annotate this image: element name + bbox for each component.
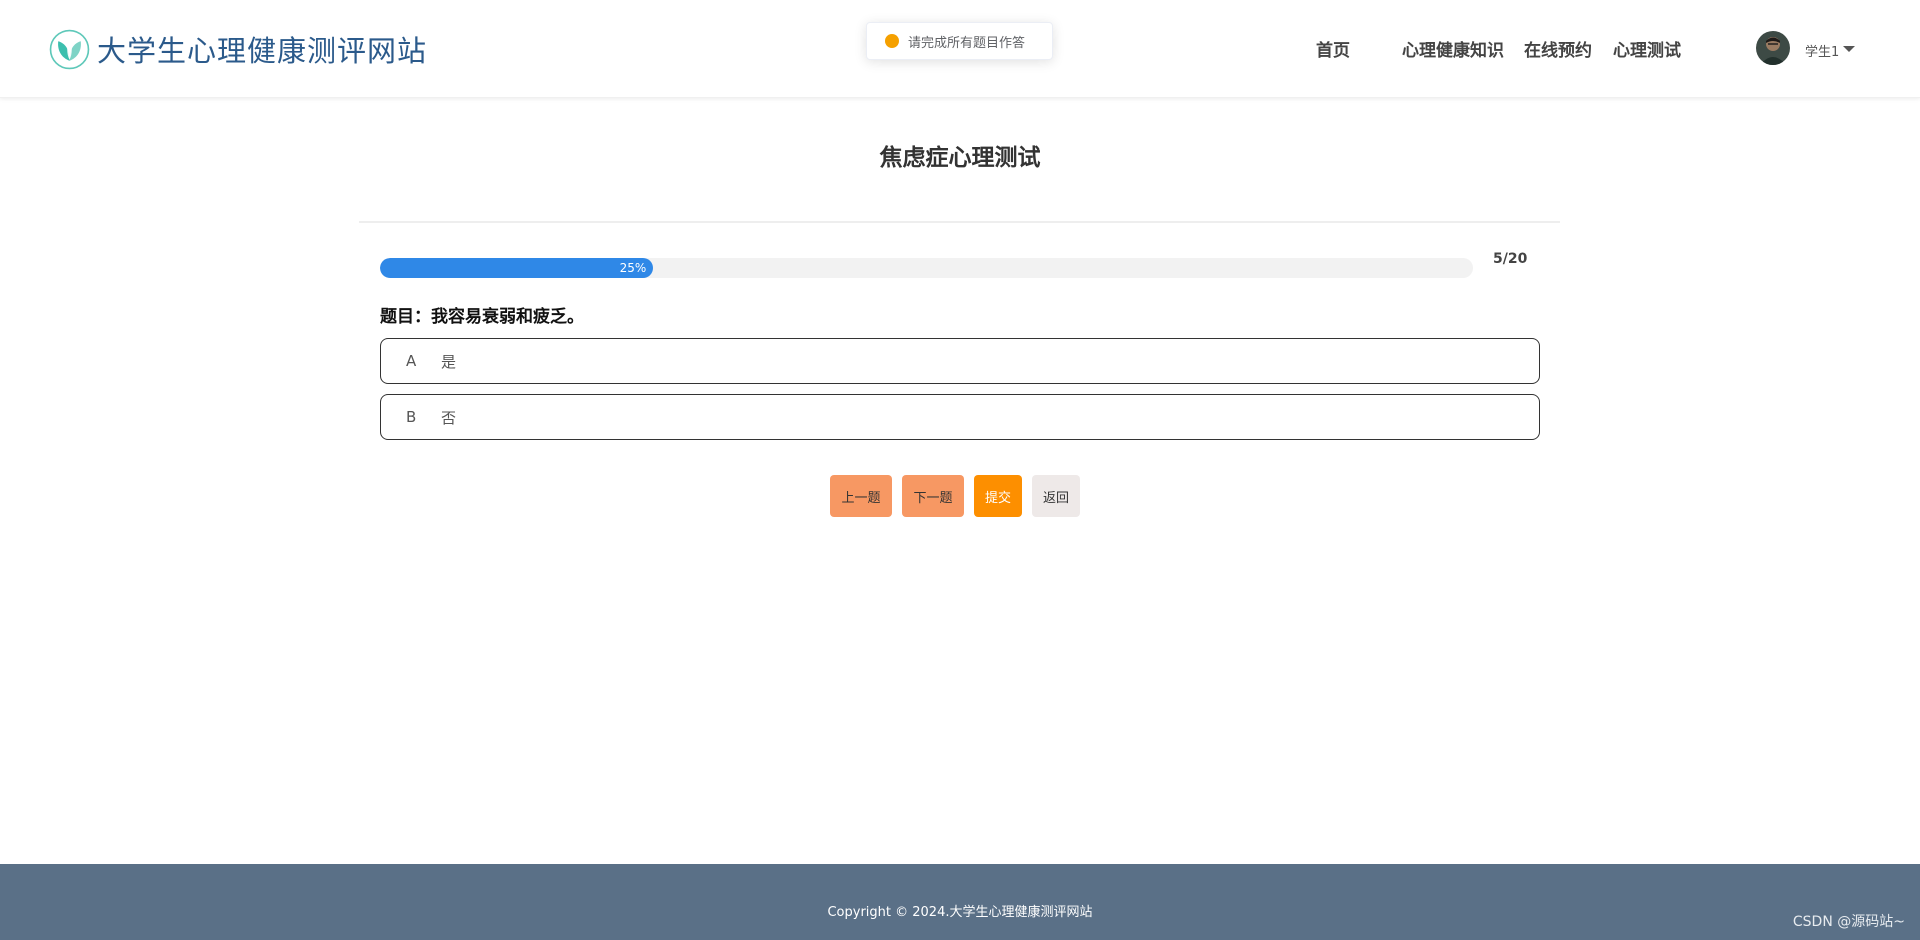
page-footer: Copyright © 2024.大学生心理健康测评网站 CSDN @源码站~ — [0, 864, 1920, 940]
nav-booking[interactable]: 在线预约 — [1524, 36, 1592, 61]
next-question-button[interactable]: 下一题 — [902, 475, 964, 517]
question-counter: 5/20 — [1493, 251, 1528, 267]
chevron-down-icon — [1843, 46, 1856, 52]
option-letter: A — [406, 352, 417, 370]
site-title: 大学生心理健康测评网站 — [97, 34, 428, 68]
back-button[interactable]: 返回 — [1032, 475, 1080, 517]
option-label: 否 — [441, 408, 457, 427]
option-letter: B — [406, 408, 417, 426]
nav-home[interactable]: 首页 — [1316, 36, 1350, 61]
option-b[interactable]: B 否 — [380, 394, 1540, 440]
site-brand[interactable]: 大学生心理健康测评网站 — [49, 28, 427, 70]
user-menu[interactable]: 学生1 — [1756, 31, 1856, 65]
warning-toast: 请完成所有题目作答 — [866, 22, 1053, 60]
watermark-text: CSDN @源码站~ — [1792, 914, 1905, 930]
progress-fill: 25% — [380, 258, 654, 278]
option-a[interactable]: A 是 — [380, 338, 1540, 384]
user-name: 学生1 — [1805, 44, 1840, 60]
top-header: 大学生心理健康测评网站 请完成所有题目作答 首页 心理健康知识 在线预约 心理测… — [0, 0, 1920, 98]
progress-bar: 25% — [380, 258, 1473, 278]
question-text: 题目：我容易衰弱和疲乏。 — [380, 307, 584, 327]
copyright-text: Copyright © 2024.大学生心理健康测评网站 — [827, 905, 1093, 920]
option-label: 是 — [441, 352, 457, 371]
submit-button[interactable]: 提交 — [974, 475, 1022, 517]
user-avatar-icon — [1756, 31, 1790, 65]
prev-question-button[interactable]: 上一题 — [830, 475, 892, 517]
nav-test[interactable]: 心理测试 — [1613, 36, 1681, 61]
title-divider — [359, 221, 1560, 223]
warning-dot-icon — [885, 34, 899, 48]
leaf-circle-icon — [49, 29, 90, 69]
test-title: 焦虑症心理测试 — [879, 145, 1041, 171]
toast-message: 请完成所有题目作答 — [908, 35, 1026, 51]
progress-percent: 25% — [619, 261, 647, 275]
nav-knowledge[interactable]: 心理健康知识 — [1402, 36, 1504, 61]
